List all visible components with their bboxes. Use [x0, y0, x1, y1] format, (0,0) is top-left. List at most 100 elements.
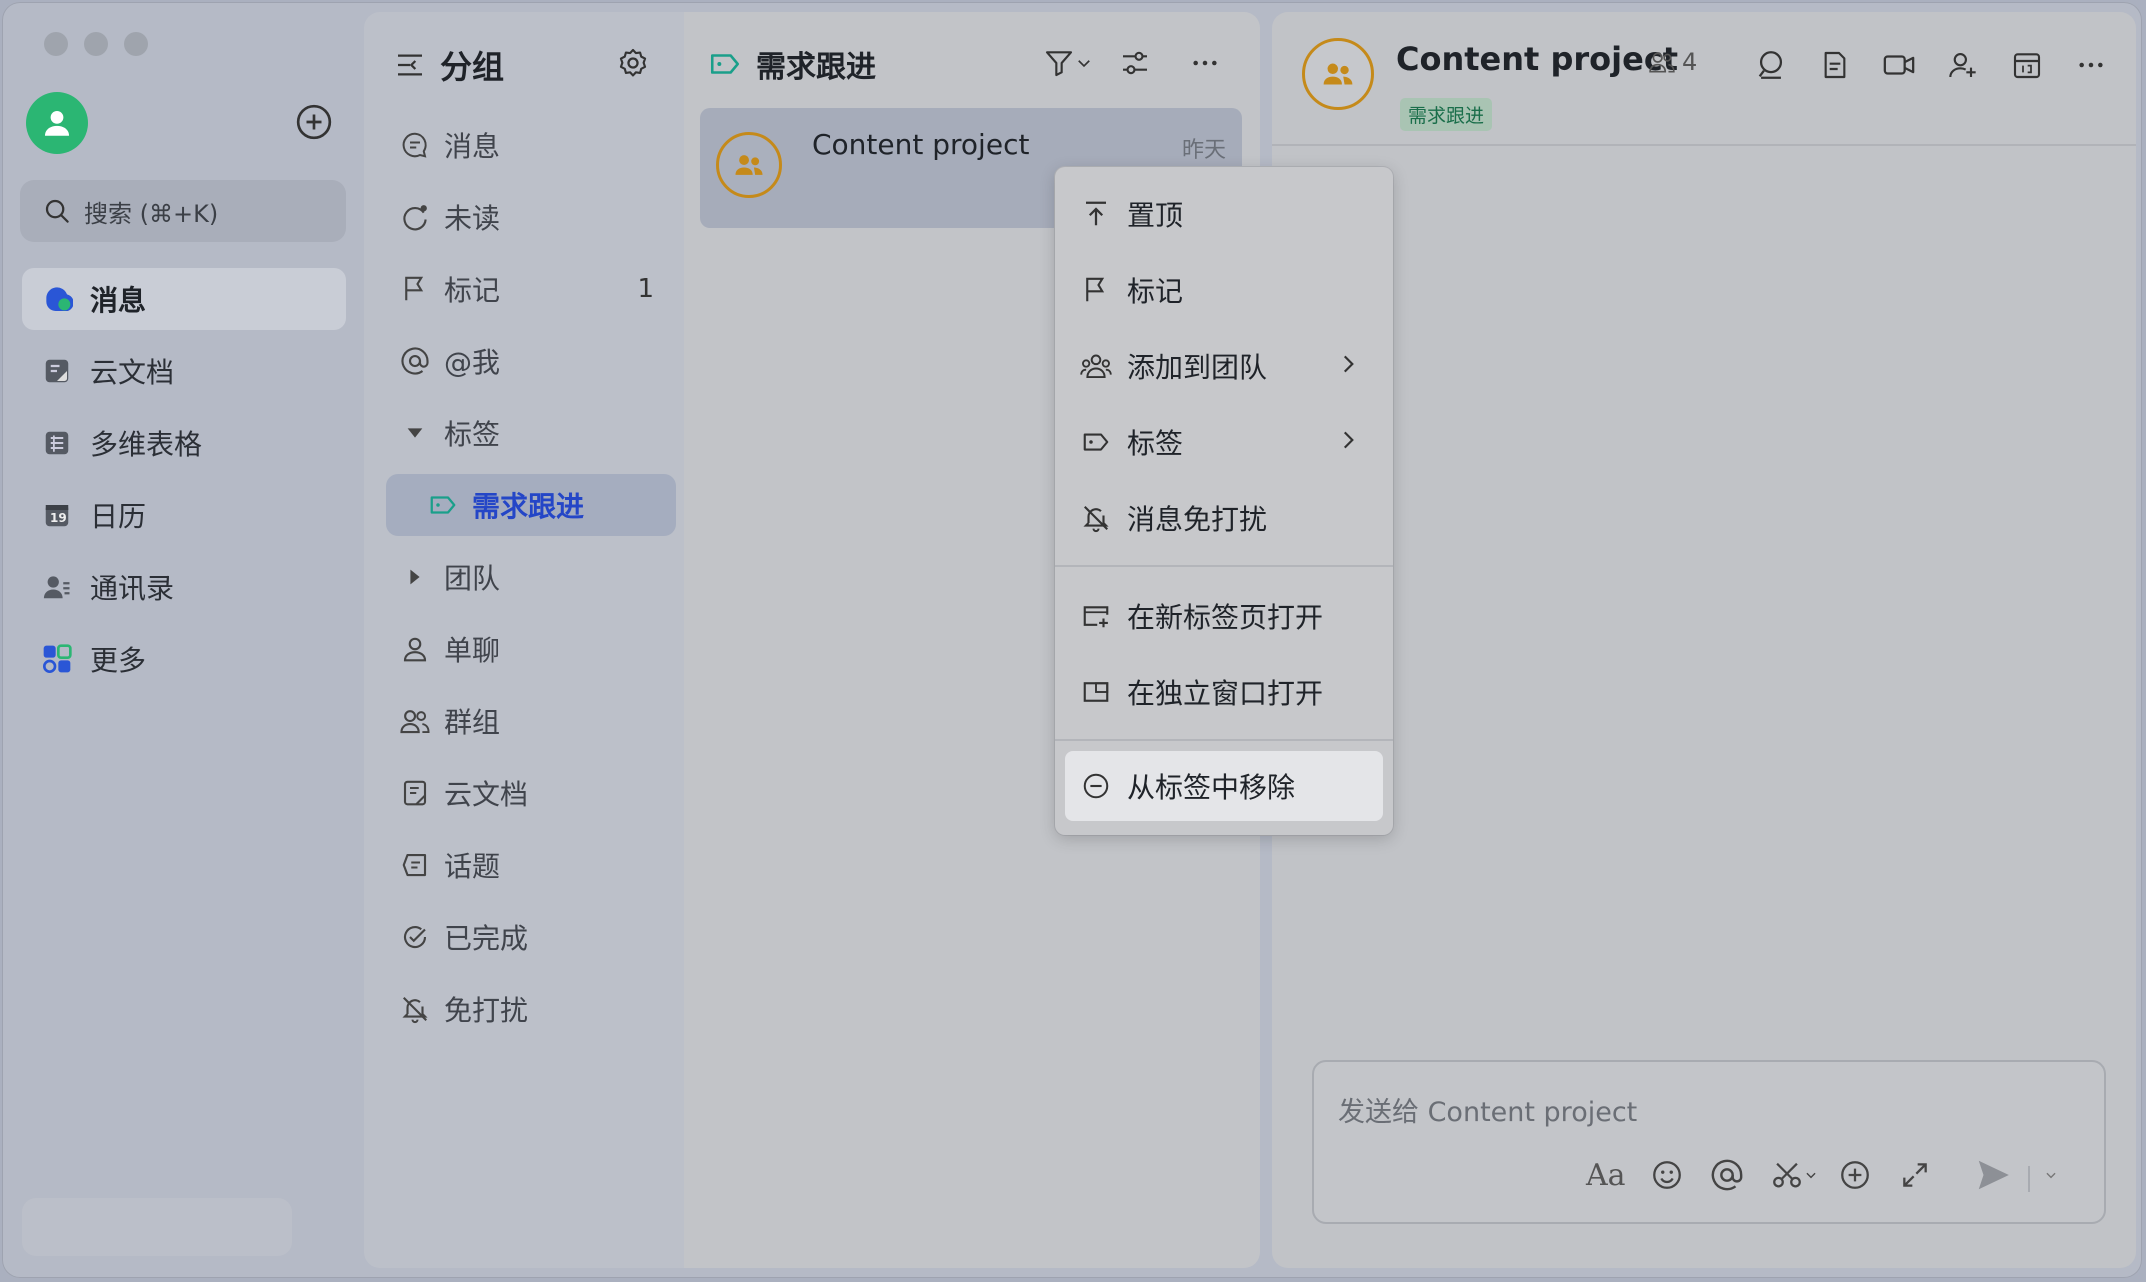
group-item-tag-requirements[interactable]: 需求跟进	[386, 474, 676, 536]
group-item-count: 1	[637, 274, 654, 304]
caret-right-icon	[398, 560, 432, 594]
group-item-muted[interactable]: 免打扰	[386, 978, 676, 1040]
calendar-button[interactable]	[2006, 44, 2048, 86]
menu-item-open-window[interactable]: 在独立窗口打开	[1065, 657, 1383, 727]
scissors-icon	[1773, 1162, 1801, 1188]
group-item-done[interactable]: 已完成	[386, 906, 676, 968]
mention-button[interactable]	[1706, 1154, 1748, 1196]
sort-settings-button[interactable]	[1114, 42, 1156, 84]
more-horizontal-icon	[2079, 62, 2103, 68]
expand-editor-button[interactable]	[1894, 1154, 1936, 1196]
attach-button[interactable]	[1834, 1154, 1876, 1196]
nav-item-messages[interactable]: 消息	[22, 268, 346, 330]
menu-item-add-to-team[interactable]: 添加到团队	[1065, 331, 1383, 401]
nav-item-label: 通讯录	[90, 572, 175, 605]
menu-item-label: 消息免打扰	[1127, 503, 1268, 536]
menu-item-pin[interactable]: 置顶	[1065, 179, 1383, 249]
group-item-direct[interactable]: 单聊	[386, 618, 676, 680]
menu-item-remove-from-tag[interactable]: 从标签中移除	[1065, 751, 1383, 821]
document-icon	[1824, 51, 1846, 79]
emoji-button[interactable]	[1646, 1154, 1688, 1196]
unread-icon	[398, 200, 432, 234]
chevron-down-icon	[1806, 1172, 1816, 1179]
menu-item-mute[interactable]: 消息免打扰	[1065, 483, 1383, 553]
member-count[interactable]: 4	[1648, 48, 1697, 76]
group-item-teams[interactable]: 团队	[386, 546, 676, 608]
group-icon	[1323, 63, 1353, 85]
group-item-groups[interactable]: 群组	[386, 690, 676, 752]
add-member-button[interactable]	[1942, 44, 1984, 86]
conversation-avatar[interactable]	[1302, 38, 1374, 110]
user-avatar[interactable]	[26, 92, 88, 154]
group-item-tags[interactable]: 标签	[386, 402, 676, 464]
new-window-icon	[1079, 675, 1113, 709]
nav-item-calendar[interactable]: 19 日历	[22, 484, 346, 546]
chat-bubble-icon	[40, 282, 74, 316]
nav-item-base[interactable]: 多维表格	[22, 412, 346, 474]
send-options-button[interactable]	[2036, 1158, 2066, 1192]
pin-top-icon	[1079, 197, 1113, 231]
calendar-icon-day: 19	[50, 511, 67, 525]
menu-item-flag[interactable]: 标记	[1065, 255, 1383, 325]
menu-divider	[1055, 739, 1393, 741]
conversation-more-button[interactable]	[2070, 44, 2112, 86]
group-item-label: 团队	[444, 562, 501, 595]
docs-button[interactable]	[1814, 44, 1856, 86]
group-item-label: 消息	[444, 130, 501, 163]
person-icon	[398, 632, 432, 666]
send-divider	[2028, 1166, 2030, 1192]
groups-title: 分组	[440, 48, 505, 86]
screenshot-button[interactable]	[1764, 1154, 1824, 1196]
more-options-button[interactable]	[1184, 42, 1226, 84]
team-icon	[1079, 349, 1113, 383]
collapse-sidebar-icon[interactable]	[394, 49, 426, 81]
group-item-unread[interactable]: 未读	[386, 186, 676, 248]
create-button[interactable]	[294, 102, 334, 142]
search-icon	[45, 199, 69, 223]
group-item-messages[interactable]: 消息	[386, 114, 676, 176]
message-input[interactable]: 发送给 Content project Aa	[1312, 1060, 2106, 1224]
conversation-tag-badge[interactable]: 需求跟进	[1400, 98, 1493, 131]
group-item-docs[interactable]: 云文档	[386, 762, 676, 824]
nav-item-more[interactable]: 更多	[22, 628, 346, 690]
search-chat-button[interactable]	[1750, 44, 1792, 86]
close-window-button[interactable]	[44, 32, 68, 56]
status-bar-blur	[22, 1198, 292, 1256]
member-count-value: 4	[1682, 48, 1698, 76]
video-call-button[interactable]	[1878, 44, 1920, 86]
search-input[interactable]: 搜索 (⌘+K)	[20, 180, 346, 242]
group-item-label: 单聊	[444, 634, 501, 667]
text-format-button[interactable]: Aa	[1586, 1158, 1626, 1193]
plus-circle-icon	[296, 104, 332, 140]
maximize-window-button[interactable]	[124, 32, 148, 56]
nav-item-label: 更多	[90, 644, 147, 677]
nav-item-label: 多维表格	[90, 428, 203, 461]
groups-panel: 分组 消息 未读 标记 1 @我 标签 需求跟进 团队 单聊 群组 云文档 话题…	[364, 12, 684, 1268]
filter-button[interactable]	[1036, 42, 1100, 84]
emoji-icon	[1653, 1161, 1681, 1189]
expand-icon	[1903, 1163, 1927, 1187]
group-item-flagged[interactable]: 标记 1	[386, 258, 676, 320]
tag-icon	[710, 54, 740, 74]
user-icon	[44, 110, 70, 136]
group-item-mentions[interactable]: @我	[386, 330, 676, 392]
menu-item-open-new-tab[interactable]: 在新标签页打开	[1065, 581, 1383, 651]
filter-icon	[1045, 51, 1073, 77]
chevron-down-icon	[2046, 1172, 2056, 1179]
chevron-down-icon	[1078, 60, 1090, 68]
thread-icon	[398, 848, 432, 882]
menu-item-label: 在独立窗口打开	[1127, 677, 1324, 710]
group-item-label: @我	[444, 346, 501, 379]
minimize-window-button[interactable]	[84, 32, 108, 56]
nav-item-contacts[interactable]: 通讯录	[22, 556, 346, 618]
nav-item-docs[interactable]: 云文档	[22, 340, 346, 402]
sliders-icon	[1123, 51, 1147, 75]
menu-item-tag[interactable]: 标签	[1065, 407, 1383, 477]
send-button[interactable]	[1972, 1154, 2014, 1196]
search-chat-icon	[1758, 51, 1783, 79]
minus-circle-icon	[1079, 769, 1113, 803]
group-item-threads[interactable]: 话题	[386, 834, 676, 896]
group-settings-button[interactable]	[616, 46, 652, 82]
group-item-label: 话题	[444, 850, 501, 883]
nav-item-label: 消息	[90, 284, 147, 317]
